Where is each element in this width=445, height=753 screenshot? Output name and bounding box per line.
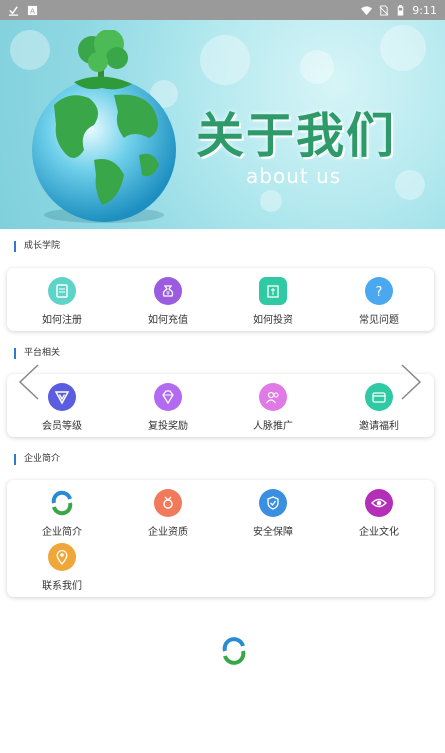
company-qualification-button[interactable]: 企业资质 [128,489,208,538]
vip-icon [48,383,76,411]
status-bar: A 9:11 [0,0,445,20]
company-culture-label: 企业文化 [359,527,399,538]
no-sim-icon [379,4,389,16]
reinvest-reward-button[interactable]: 复投奖励 [128,383,208,432]
svg-text:A: A [30,6,35,15]
about-us-banner: 关于我们 about us [0,20,445,229]
faq-label: 常见问题 [359,315,399,326]
notification-a-icon: A [27,5,38,15]
status-time: 9:11 [412,3,437,17]
section-title-company: 企业简介 [14,454,60,465]
eye-icon [365,489,393,517]
medal-icon [154,489,182,517]
question-icon: ? [365,277,393,305]
register-icon [48,277,76,305]
contact-us-label: 联系我们 [42,581,82,592]
diamond-icon [154,383,182,411]
wifi-icon [361,5,373,15]
money-bag-icon: ¥ [154,277,182,305]
security-guarantee-label: 安全保障 [253,527,293,538]
growth-card: 如何注册 ¥ 如何充值 如何投资 ? 常见问题 [7,268,434,331]
reinvest-reward-label: 复投奖励 [148,421,188,432]
location-icon [48,543,76,571]
download-done-icon [8,5,19,16]
globe-tree-illustration [32,30,176,223]
register-guide-label: 如何注册 [42,315,82,326]
invest-guide-button[interactable]: 如何投资 [233,277,313,326]
banner-subtitle: about us [246,164,342,188]
faq-button[interactable]: ? 常见问题 [339,277,419,326]
battery-icon [398,4,404,16]
member-level-label: 会员等级 [42,421,82,432]
shield-icon [259,489,287,517]
chevron-left-icon[interactable] [16,362,42,402]
company-culture-button[interactable]: 企业文化 [339,489,419,538]
company-intro-label: 企业简介 [42,527,82,538]
svg-text:¥: ¥ [166,290,170,297]
company-qualification-label: 企业资质 [148,527,188,538]
platform-card: 会员等级 复投奖励 人脉推广 邀请福利 [7,374,434,437]
invest-icon [259,277,287,305]
referral-promotion-button[interactable]: 人脉推广 [233,383,313,432]
contact-us-button[interactable]: 联系我们 [22,543,102,592]
company-logo-icon [222,637,246,665]
card-icon [365,383,393,411]
company-intro-button[interactable]: 企业简介 [22,489,102,538]
company-card: 企业简介 企业资质 安全保障 企业文化 联系我们 [7,480,434,597]
section-title-platform: 平台相关 [14,348,60,359]
recharge-guide-button[interactable]: ¥ 如何充值 [128,277,208,326]
section-title-growth: 成长学院 [14,241,60,252]
security-guarantee-button[interactable]: 安全保障 [233,489,313,538]
banner-title: 关于我们 [196,108,397,164]
svg-text:?: ? [376,285,383,299]
company-logo-icon [48,489,76,517]
people-icon [259,383,287,411]
recharge-guide-label: 如何充值 [148,315,188,326]
chevron-right-icon[interactable] [398,362,424,402]
invite-benefit-label: 邀请福利 [359,421,399,432]
register-guide-button[interactable]: 如何注册 [22,277,102,326]
referral-promotion-label: 人脉推广 [253,421,293,432]
invest-guide-label: 如何投资 [253,315,293,326]
